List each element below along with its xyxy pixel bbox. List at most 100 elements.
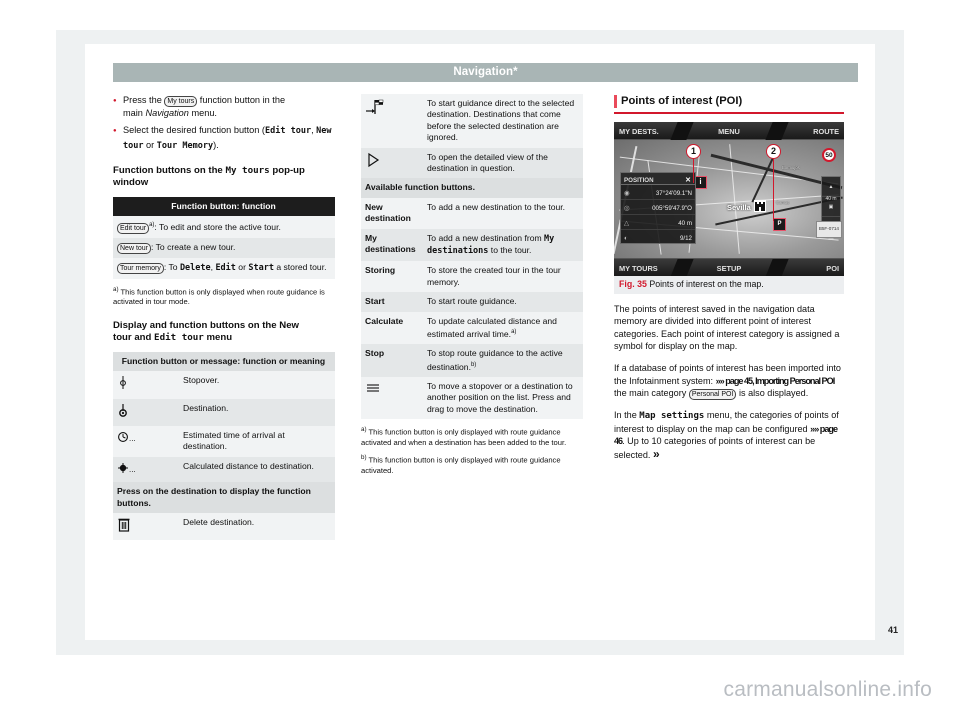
stopover-icon (113, 371, 179, 399)
play-triangle-icon (361, 147, 423, 179)
page-ref-45[interactable]: »» page 45, Importing Personal POI (716, 376, 836, 386)
label-calculate: Calculate (361, 311, 423, 345)
table-display-function-buttons: Function button or message: function or … (113, 351, 335, 541)
column-three: Points of interest (POI) 50 Sevilla Borm… (614, 94, 844, 462)
longitude-icon: ◎ (624, 204, 630, 212)
bullet-2-pre: Select the desired function button ( (123, 125, 265, 136)
heading1-part-c: window (113, 177, 149, 189)
calc-text: To update calculated distance and estima… (427, 315, 557, 339)
figure-caption-text: Points of interest on the map. (649, 278, 764, 289)
col2-text-1: To open the detailed view of the destina… (423, 147, 583, 179)
nav-top-bar: MY DESTS. MENU ROUTE (614, 121, 844, 140)
edit-tour-button[interactable]: Edit tour (117, 223, 150, 235)
position-panel-header: POSITION ✕ (621, 172, 695, 185)
footnote-a-text: This function button is only displayed w… (113, 287, 325, 307)
altitude-value: 40 m (678, 219, 692, 227)
heading1-part-b: pop-up (269, 164, 305, 176)
heading-display-function-buttons: Display and function buttons on the New … (113, 320, 335, 345)
figure-caption: Fig. 35 Points of interest on the map. (614, 275, 844, 294)
bar-divider (765, 121, 789, 140)
table1-text-2: : To (163, 262, 180, 273)
poi-marker-2[interactable]: P (773, 217, 786, 231)
position-row: ◐ 9/12 (621, 230, 695, 245)
castle-glyph (755, 201, 765, 211)
heading2-part-c: menu (203, 332, 233, 344)
my-tours-button-ref[interactable]: My tours (164, 96, 198, 107)
table-row: Start To start route guidance. (361, 292, 583, 312)
table1-cell-edit-tour: Edit tour a): To edit and store the activ… (113, 216, 335, 239)
stopover-glyph (120, 376, 126, 390)
bar-divider (765, 258, 789, 276)
table-row: To start guidance direct to the selected… (361, 94, 583, 148)
watermark: carmanualsonline.info (723, 677, 932, 701)
speed-limit-sign: 50 (822, 147, 836, 162)
callout-2-leader (773, 158, 775, 221)
bar-divider (670, 121, 694, 140)
nav-button-my-tours[interactable]: MY TOURS (619, 263, 658, 275)
nav-button-my-dests[interactable]: MY DESTS. (619, 126, 659, 138)
bullet-1-italic: Navigation (145, 108, 189, 119)
trash-glyph (118, 518, 130, 532)
mdest-pre: To add a new destination from (427, 232, 545, 243)
text-storing: To store the created tour in the tour me… (423, 261, 583, 293)
text-new-destination: To add a new destination to the tour. (423, 197, 583, 229)
castle-poi-icon[interactable] (754, 199, 766, 212)
table-row: Edit tour a): To edit and store the activ… (113, 216, 335, 239)
poi-section-title: Points of interest (POI) (614, 94, 844, 108)
new-tour-button[interactable]: New tour (117, 243, 152, 255)
available-buttons-note: Available function buttons. (361, 178, 583, 198)
position-panel: POSITION ✕ ◉ 37°24'09.1"N ◎ 005°59'47.9"… (620, 171, 696, 245)
mdest-tail: to the tour. (488, 245, 532, 256)
delete-ref: Delete (179, 263, 211, 274)
gps-value: 9/12 (679, 234, 692, 242)
heading1-mono: My tours (225, 164, 270, 176)
label-stop: Stop (361, 344, 423, 378)
footnote-a-col2: a) This function button is only displaye… (361, 425, 583, 448)
table2-note: Press on the destination to display the … (113, 482, 335, 514)
destination-glyph (119, 403, 127, 417)
map-view-icon[interactable]: ▲ 40 m (822, 177, 840, 202)
nav-button-poi[interactable]: POI (826, 263, 839, 275)
nav-button-route[interactable]: ROUTE (813, 126, 839, 138)
table2-text-2: Estimated time of arrival at destination… (179, 426, 335, 457)
footnote-b-col2-marker: b) (361, 454, 367, 462)
personal-poi-button[interactable]: Personal POI (688, 389, 737, 401)
edit-ref: Edit (215, 263, 236, 274)
table-row: Stop To stop route guidance to the activ… (361, 344, 583, 378)
table1-text-0: : To edit and store the active tour. (154, 222, 281, 233)
t1-tail: a stored tour. (273, 262, 327, 273)
table-function-button-function: Function button: function Edit tour a): T… (113, 197, 335, 279)
bullet-1-pre: Press the (123, 95, 165, 105)
clock-glyph: ... (118, 432, 136, 443)
page-number: 41 (887, 624, 898, 635)
table-row: New tour: To create a new tour. (113, 238, 335, 259)
table1-cell-new-tour: New tour: To create a new tour. (113, 238, 335, 259)
heading1-part-a: Function buttons on the (113, 164, 226, 176)
figure-number: Fig. 35 (619, 278, 647, 289)
page-header-title: Navigation* (113, 63, 858, 82)
text-stop: To stop route guidance to the active des… (423, 344, 583, 378)
nav-bottom-bar: MY TOURS SETUP POI (614, 257, 844, 276)
table2-note-row: Press on the destination to display the … (113, 482, 335, 514)
heading2-part-a: Display and function buttons on the New (113, 319, 300, 331)
triangle-glyph (368, 152, 380, 167)
footnote-a-marker: a) (113, 285, 119, 293)
table1-text-1: : To create a new tour. (151, 242, 236, 253)
table-row: Delete destination. (113, 513, 335, 541)
available-buttons-note-row: Available function buttons. (361, 178, 583, 198)
nav-button-setup[interactable]: SETUP (717, 263, 742, 275)
table-row: Tour memory: To Delete, Edit or Start a … (113, 258, 335, 279)
bullet-1-post3: menu. (188, 108, 217, 119)
table-row: To open the detailed view of the destina… (361, 147, 583, 179)
heading-function-buttons-my-tours: Function buttons on the My tours pop-up … (113, 165, 335, 190)
hamburger-drag-icon[interactable] (361, 377, 423, 420)
bullet-item-1: Press the My tours function button in th… (113, 94, 335, 120)
p2-mid: the main category (614, 388, 689, 399)
poi-paragraph-2: If a database of points of interest has … (614, 362, 844, 401)
footnote-a-col1: a) This function button is only displaye… (113, 285, 335, 308)
continue-marker: » (652, 446, 660, 461)
nav-button-menu[interactable]: MENU (718, 126, 740, 138)
flag-start-guidance-icon (361, 94, 423, 148)
table-row: Storing To store the created tour in the… (361, 261, 583, 293)
tour-memory-button[interactable]: Tour memory (117, 263, 164, 275)
